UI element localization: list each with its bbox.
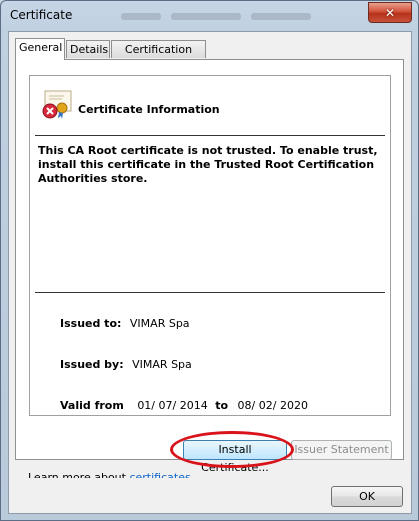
- certificate-information-heading: Certificate Information: [78, 103, 220, 116]
- issued-by-value: VIMAR Spa: [132, 358, 192, 371]
- details-divider: [35, 292, 385, 293]
- heading-divider: [35, 135, 385, 136]
- tab-details[interactable]: Details: [66, 40, 110, 58]
- validity-row: Valid from 01/ 07/ 2014 to 08/ 02/ 2020: [60, 399, 308, 412]
- valid-to-value: 08/ 02/ 2020: [237, 399, 308, 412]
- general-tab-panel: Certificate Information This CA Root cer…: [15, 59, 405, 474]
- ok-button[interactable]: OK: [331, 486, 403, 507]
- certificate-info-box: Certificate Information This CA Root cer…: [29, 75, 391, 416]
- certificate-actions: Install Certificate... Issuer Statement: [16, 440, 405, 474]
- install-certificate-button[interactable]: Install Certificate...: [183, 440, 287, 474]
- valid-from-label: Valid from: [60, 399, 124, 412]
- issued-by-row: Issued by: VIMAR Spa: [60, 358, 192, 371]
- close-button[interactable]: ✕: [368, 2, 412, 23]
- title-bar[interactable]: Certificate ✕: [1, 1, 418, 31]
- certificate-error-icon: [42, 90, 72, 119]
- blurred-title-region: [121, 13, 161, 20]
- certificate-dialog: Certificate ✕ General Details Certificat…: [0, 0, 419, 521]
- issuer-statement-button: Issuer Statement: [291, 440, 392, 460]
- trust-warning-text: This CA Root certificate is not trusted.…: [38, 144, 378, 185]
- dialog-client-area: General Details Certification Path Certi…: [8, 31, 412, 514]
- close-icon: ✕: [384, 5, 396, 20]
- blurred-title-region: [251, 13, 311, 20]
- tab-certification-path[interactable]: Certification Path: [111, 40, 206, 74]
- tab-general[interactable]: General: [15, 38, 65, 60]
- valid-from-value: 01/ 07/ 2014: [137, 399, 208, 412]
- issued-to-row: Issued to: VIMAR Spa: [60, 317, 190, 330]
- issued-to-value: VIMAR Spa: [129, 317, 190, 330]
- valid-to-label: to: [215, 399, 229, 412]
- issued-by-label: Issued by:: [60, 358, 124, 371]
- window-title: Certificate: [10, 8, 73, 22]
- blurred-title-region: [171, 13, 241, 20]
- dialog-button-bar: OK: [9, 478, 411, 513]
- issued-to-label: Issued to:: [60, 317, 122, 330]
